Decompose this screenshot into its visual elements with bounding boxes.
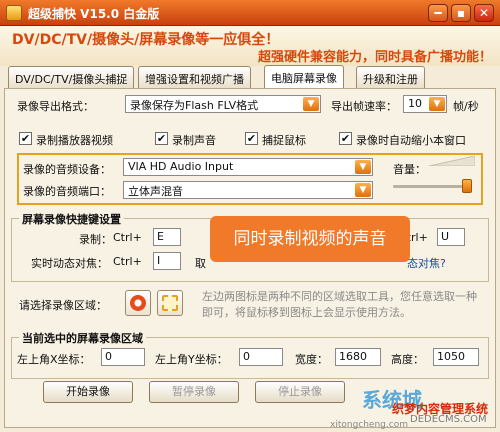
region-label: 请选择录像区域： — [19, 299, 107, 312]
pause-recording-button[interactable]: 暂停录像 — [149, 381, 239, 403]
chevron-down-icon: ▼ — [429, 97, 445, 111]
record-hotkey-input[interactable]: E — [153, 228, 181, 246]
cut-label-fragment: 取 — [195, 257, 206, 270]
framerate-value: 10 — [408, 97, 422, 110]
y-coord-input[interactable]: 0 — [239, 348, 283, 366]
region-help-text: 左边两图标是两种不同的区域选取工具，您任意选取一种即可，将鼠标移到图标上会显示使… — [202, 290, 477, 319]
record-sound-checkbox[interactable]: ✔ — [155, 132, 168, 145]
selection-box-icon — [162, 295, 178, 311]
volume-level-icon — [429, 156, 475, 166]
format-value: 录像保存为Flash FLV格式 — [130, 99, 259, 112]
record-hotkey-label: 录制： — [79, 233, 112, 246]
width-label: 宽度： — [295, 353, 328, 366]
capture-mouse-label: 捕捉鼠标 — [262, 134, 306, 147]
right-hotkey-input[interactable]: U — [437, 228, 465, 246]
close-button[interactable]: ✕ — [474, 4, 494, 22]
minimize-button[interactable]: ━ — [428, 4, 448, 22]
banner-line-1: DV/DC/TV/摄像头/屏幕录像等一应俱全！ — [12, 32, 280, 48]
volume-slider-knob[interactable] — [462, 179, 473, 193]
height-label: 高度： — [391, 353, 424, 366]
height-input[interactable]: 1050 — [433, 348, 479, 366]
tab-upgrade-register[interactable]: 升级和注册 — [356, 66, 425, 88]
title-bar: 超级捕快 V15.0 白金版 ━ ▪ ✕ — [0, 0, 500, 26]
capture-mouse-checkbox[interactable]: ✔ — [245, 132, 258, 145]
framerate-label: 导出帧速率： — [331, 100, 397, 113]
audio-port-value: 立体声混音 — [128, 185, 183, 198]
app-logo-icon — [6, 5, 22, 21]
audio-port-label: 录像的音频端口： — [23, 185, 111, 198]
promo-banner: DV/DC/TV/摄像头/屏幕录像等一应俱全！ 超强硬件兼容能力，同时具备广播功… — [0, 26, 500, 66]
audio-device-select[interactable]: VIA HD Audio Input ▼ — [123, 158, 373, 176]
chevron-down-icon: ▼ — [355, 160, 371, 174]
audio-port-select[interactable]: 立体声混音 ▼ — [123, 181, 373, 199]
auto-minimize-label: 录像时自动缩小本窗口 — [356, 134, 466, 147]
y-coord-label: 左上角Y坐标： — [155, 353, 228, 366]
hotkey-group-title: 屏幕录像快捷键设置 — [19, 211, 124, 227]
tracking-hotkey-label: 实时动态对焦： — [31, 257, 108, 270]
target-icon — [130, 295, 146, 311]
framerate-unit: 帧/秒 — [453, 100, 479, 113]
tab-capture[interactable]: DV/DC/TV/摄像头捕捉 — [8, 66, 135, 88]
tab-enhanced-settings[interactable]: 增强设置和视频广播 — [138, 66, 251, 88]
audio-device-value: VIA HD Audio Input — [128, 160, 234, 173]
framerate-select[interactable]: 10 ▼ — [403, 95, 447, 113]
watermark-url-2: xitongcheng.com — [330, 420, 408, 430]
record-sound-label: 录制声音 — [172, 134, 216, 147]
tracking-help-link[interactable]: 态对焦? — [407, 255, 446, 271]
stop-recording-button[interactable]: 停止录像 — [255, 381, 345, 403]
x-coord-input[interactable]: 0 — [101, 348, 145, 366]
format-label: 录像导出格式： — [17, 100, 94, 113]
region-tool-box-button[interactable] — [157, 290, 183, 316]
format-select[interactable]: 录像保存为Flash FLV格式 ▼ — [125, 95, 321, 113]
record-hotkey-mod: Ctrl+ — [113, 231, 142, 244]
chevron-down-icon: ▼ — [355, 183, 371, 197]
tracking-hotkey-input[interactable]: I — [153, 252, 181, 270]
x-coord-label: 左上角X坐标： — [17, 353, 91, 366]
window-title: 超级捕快 V15.0 白金版 — [28, 7, 160, 21]
audio-settings-box: 录像的音频设备： VIA HD Audio Input ▼ 录像的音频端口： 立… — [17, 153, 483, 205]
record-player-checkbox[interactable]: ✔ — [19, 132, 32, 145]
audio-device-label: 录像的音频设备： — [23, 163, 111, 176]
banner-line-2: 超强硬件兼容能力，同时具备广播功能！ — [258, 50, 493, 65]
sound-tooltip: 同时录制视频的声音 — [210, 216, 410, 262]
current-region-title: 当前选中的屏幕录像区域 — [19, 330, 146, 346]
region-tool-circle-button[interactable] — [125, 290, 151, 316]
tracking-hotkey-mod: Ctrl+ — [113, 255, 142, 268]
screen-recording-panel: 录像导出格式： 录像保存为Flash FLV格式 ▼ 导出帧速率： 10 ▼ 帧… — [4, 88, 496, 428]
maximize-button[interactable]: ▪ — [451, 4, 471, 22]
volume-label: 音量： — [393, 163, 426, 176]
watermark-url: DEDECMS.COM — [410, 414, 487, 425]
record-player-label: 录制播放器视频 — [36, 134, 113, 147]
tab-screen-recording[interactable]: 电脑屏幕录像 — [264, 65, 344, 89]
tab-bar: DV/DC/TV/摄像头捕捉 增强设置和视频广播 电脑屏幕录像 升级和注册 — [0, 65, 500, 89]
chevron-down-icon: ▼ — [303, 97, 319, 111]
width-input[interactable]: 1680 — [335, 348, 381, 366]
start-recording-button[interactable]: 开始录像 — [43, 381, 133, 403]
auto-minimize-checkbox[interactable]: ✔ — [339, 132, 352, 145]
volume-slider-track[interactable] — [393, 185, 471, 188]
